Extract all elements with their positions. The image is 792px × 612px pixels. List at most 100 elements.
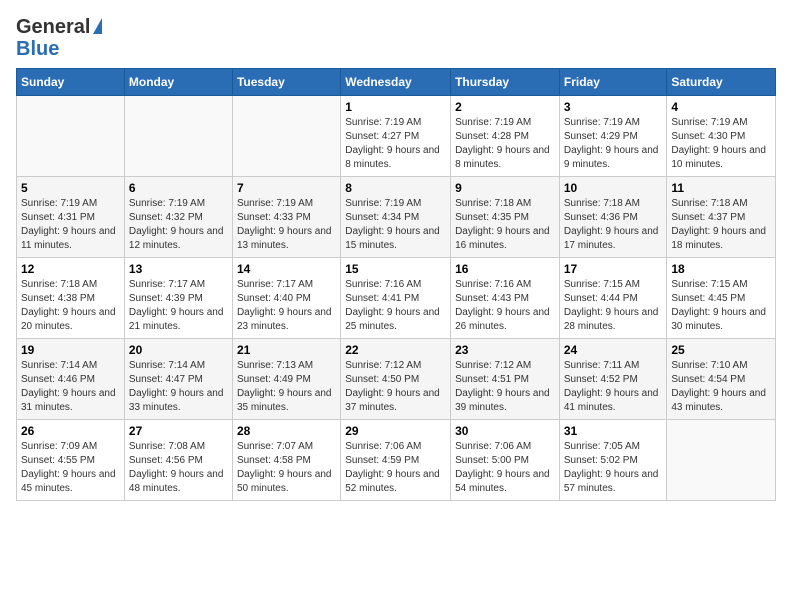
day-number: 16 [455, 262, 555, 276]
day-number: 25 [671, 343, 771, 357]
calendar-table: SundayMondayTuesdayWednesdayThursdayFrid… [16, 68, 776, 501]
cell-info: Sunrise: 7:18 AM Sunset: 4:37 PM Dayligh… [671, 197, 771, 253]
day-number: 2 [455, 100, 555, 114]
weekday-header-thursday: Thursday [451, 69, 560, 96]
cell-info: Sunrise: 7:15 AM Sunset: 4:44 PM Dayligh… [564, 278, 663, 334]
calendar-cell: 5Sunrise: 7:19 AM Sunset: 4:31 PM Daylig… [17, 177, 125, 258]
day-number: 20 [129, 343, 228, 357]
day-number: 7 [237, 181, 336, 195]
day-number: 13 [129, 262, 228, 276]
day-number: 23 [455, 343, 555, 357]
weekday-header-tuesday: Tuesday [232, 69, 340, 96]
calendar-cell: 8 Sunrise: 7:19 AM Sunset: 4:34 PM Daylig… [341, 177, 451, 258]
cell-info: Sunrise: 7:19 AM Sunset: 4:30 PM Dayligh… [671, 116, 771, 172]
calendar-cell: 23 Sunrise: 7:12 AM Sunset: 4:51 PM Dayli… [451, 339, 560, 420]
cell-info: Sunrise: 7:15 AM Sunset: 4:45 PM Dayligh… [671, 278, 771, 334]
cell-info: Sunrise: 7:18 AM Sunset: 4:38 PM Dayligh… [21, 278, 120, 334]
calendar-cell: 20 Sunrise: 7:14 AM Sunset: 4:47 PM Dayli… [124, 339, 232, 420]
cell-info: Sunrise: 7:16 AM Sunset: 4:41 PM Dayligh… [345, 278, 446, 334]
calendar-week-row: 12 Sunrise: 7:18 AM Sunset: 4:38 PM Dayli… [17, 258, 776, 339]
cell-info: Sunrise: 7:19 AM Sunset: 4:32 PM Dayligh… [129, 197, 228, 253]
calendar-cell: 12 Sunrise: 7:18 AM Sunset: 4:38 PM Dayli… [17, 258, 125, 339]
weekday-header-row: SundayMondayTuesdayWednesdayThursdayFrid… [17, 69, 776, 96]
cell-info: Sunrise: 7:19 AM Sunset: 4:29 PM Dayligh… [564, 116, 663, 172]
weekday-header-monday: Monday [124, 69, 232, 96]
calendar-cell: 27Sunrise: 7:08 AM Sunset: 4:56 PM Dayli… [124, 420, 232, 501]
day-number: 9 [455, 181, 555, 195]
day-number: 17 [564, 262, 663, 276]
day-number: 10 [564, 181, 663, 195]
cell-info: Sunrise: 7:14 AM Sunset: 4:46 PM Dayligh… [21, 359, 120, 415]
day-number: 4 [671, 100, 771, 114]
cell-info: Sunrise: 7:11 AM Sunset: 4:52 PM Dayligh… [564, 359, 663, 415]
day-number: 14 [237, 262, 336, 276]
calendar-cell: 18 Sunrise: 7:15 AM Sunset: 4:45 PM Dayli… [667, 258, 776, 339]
calendar-week-row: 5Sunrise: 7:19 AM Sunset: 4:31 PM Daylig… [17, 177, 776, 258]
calendar-cell [232, 96, 340, 177]
calendar-cell: 26Sunrise: 7:09 AM Sunset: 4:55 PM Dayli… [17, 420, 125, 501]
day-number: 31 [564, 424, 663, 438]
calendar-cell: 25Sunrise: 7:10 AM Sunset: 4:54 PM Dayli… [667, 339, 776, 420]
day-number: 15 [345, 262, 446, 276]
cell-info: Sunrise: 7:18 AM Sunset: 4:36 PM Dayligh… [564, 197, 663, 253]
cell-info: Sunrise: 7:18 AM Sunset: 4:35 PM Dayligh… [455, 197, 555, 253]
cell-info: Sunrise: 7:06 AM Sunset: 4:59 PM Dayligh… [345, 440, 446, 496]
cell-info: Sunrise: 7:19 AM Sunset: 4:28 PM Dayligh… [455, 116, 555, 172]
day-number: 27 [129, 424, 228, 438]
calendar-cell: 11 Sunrise: 7:18 AM Sunset: 4:37 PM Dayli… [667, 177, 776, 258]
calendar-cell: 30 Sunrise: 7:06 AM Sunset: 5:00 PM Dayli… [451, 420, 560, 501]
calendar-cell: 1 Sunrise: 7:19 AM Sunset: 4:27 PM Daylig… [341, 96, 451, 177]
day-number: 19 [21, 343, 120, 357]
day-number: 30 [455, 424, 555, 438]
calendar-cell [667, 420, 776, 501]
calendar-cell: 28 Sunrise: 7:07 AM Sunset: 4:58 PM Dayli… [232, 420, 340, 501]
weekday-header-sunday: Sunday [17, 69, 125, 96]
calendar-cell: 31 Sunrise: 7:05 AM Sunset: 5:02 PM Dayli… [559, 420, 667, 501]
day-number: 5 [21, 181, 120, 195]
cell-info: Sunrise: 7:19 AM Sunset: 4:33 PM Dayligh… [237, 197, 336, 253]
calendar-cell: 13 Sunrise: 7:17 AM Sunset: 4:39 PM Dayli… [124, 258, 232, 339]
day-number: 29 [345, 424, 446, 438]
calendar-cell: 10 Sunrise: 7:18 AM Sunset: 4:36 PM Dayli… [559, 177, 667, 258]
calendar-cell: 17 Sunrise: 7:15 AM Sunset: 4:44 PM Dayli… [559, 258, 667, 339]
calendar-cell: 19 Sunrise: 7:14 AM Sunset: 4:46 PM Dayli… [17, 339, 125, 420]
cell-info: Sunrise: 7:17 AM Sunset: 4:40 PM Dayligh… [237, 278, 336, 334]
cell-info: Sunrise: 7:17 AM Sunset: 4:39 PM Dayligh… [129, 278, 228, 334]
logo-blue-text: Blue [16, 38, 102, 60]
weekday-header-friday: Friday [559, 69, 667, 96]
cell-info: Sunrise: 7:12 AM Sunset: 4:51 PM Dayligh… [455, 359, 555, 415]
calendar-cell: 21 Sunrise: 7:13 AM Sunset: 4:49 PM Dayli… [232, 339, 340, 420]
day-number: 8 [345, 181, 446, 195]
day-number: 1 [345, 100, 446, 114]
cell-info: Sunrise: 7:12 AM Sunset: 4:50 PM Dayligh… [345, 359, 446, 415]
calendar-cell: 14 Sunrise: 7:17 AM Sunset: 4:40 PM Dayli… [232, 258, 340, 339]
page-header: General Blue [16, 16, 776, 60]
day-number: 6 [129, 181, 228, 195]
day-number: 12 [21, 262, 120, 276]
cell-info: Sunrise: 7:07 AM Sunset: 4:58 PM Dayligh… [237, 440, 336, 496]
logo: General Blue [16, 16, 102, 60]
calendar-cell: 9 Sunrise: 7:18 AM Sunset: 4:35 PM Daylig… [451, 177, 560, 258]
day-number: 24 [564, 343, 663, 357]
cell-info: Sunrise: 7:06 AM Sunset: 5:00 PM Dayligh… [455, 440, 555, 496]
day-number: 11 [671, 181, 771, 195]
logo-general-text: General [16, 16, 90, 38]
calendar-cell [124, 96, 232, 177]
calendar-cell: 22Sunrise: 7:12 AM Sunset: 4:50 PM Dayli… [341, 339, 451, 420]
day-number: 21 [237, 343, 336, 357]
day-number: 18 [671, 262, 771, 276]
cell-info: Sunrise: 7:19 AM Sunset: 4:34 PM Dayligh… [345, 197, 446, 253]
cell-info: Sunrise: 7:05 AM Sunset: 5:02 PM Dayligh… [564, 440, 663, 496]
calendar-cell [17, 96, 125, 177]
day-number: 28 [237, 424, 336, 438]
cell-info: Sunrise: 7:19 AM Sunset: 4:27 PM Dayligh… [345, 116, 446, 172]
calendar-cell: 15 Sunrise: 7:16 AM Sunset: 4:41 PM Dayli… [341, 258, 451, 339]
day-number: 3 [564, 100, 663, 114]
calendar-week-row: 19 Sunrise: 7:14 AM Sunset: 4:46 PM Dayli… [17, 339, 776, 420]
calendar-week-row: 1 Sunrise: 7:19 AM Sunset: 4:27 PM Daylig… [17, 96, 776, 177]
cell-info: Sunrise: 7:16 AM Sunset: 4:43 PM Dayligh… [455, 278, 555, 334]
cell-info: Sunrise: 7:14 AM Sunset: 4:47 PM Dayligh… [129, 359, 228, 415]
cell-info: Sunrise: 7:13 AM Sunset: 4:49 PM Dayligh… [237, 359, 336, 415]
logo-triangle-icon [93, 18, 102, 34]
calendar-cell: 4 Sunrise: 7:19 AM Sunset: 4:30 PM Daylig… [667, 96, 776, 177]
